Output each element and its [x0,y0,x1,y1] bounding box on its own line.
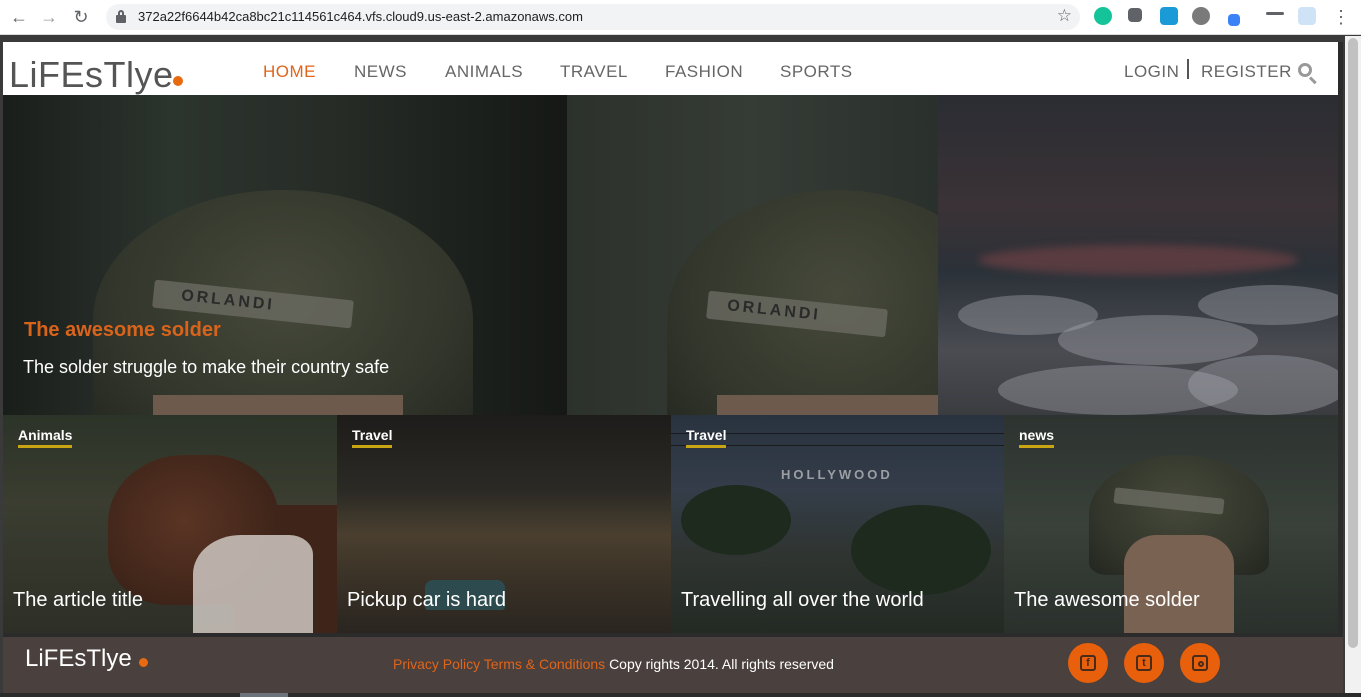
article-card-animals[interactable]: Animals The article title [3,415,337,633]
footer-logo-dot [139,658,148,667]
bookmark-star-icon[interactable]: ☆ [1057,6,1072,26]
footer-logo[interactable]: LiFEsTlye [25,645,132,673]
logo-dot [173,76,183,86]
card-title[interactable]: Travelling all over the world [681,589,924,612]
card-tag[interactable]: Animals [18,427,73,448]
twitter-icon[interactable]: t [1124,643,1164,683]
lock-icon [116,10,126,23]
back-button[interactable]: ← [8,6,30,28]
extension-icon[interactable] [1160,7,1178,25]
url-text[interactable]: 372a22f6644b42ca8bc21c114561c464.vfs.clo… [138,9,583,24]
site-logo[interactable]: LiFEsTlye [9,54,174,96]
reload-button[interactable]: ↻ [70,6,92,28]
profile-extension-icon[interactable] [1298,7,1316,25]
hollywood-sign: HOLLYWOOD [781,467,893,482]
card-title[interactable]: The article title [13,589,143,612]
card-tag[interactable]: news [1019,427,1055,448]
site-header: LiFEsTlye HOME NEWS ANIMALS TRAVEL FASHI… [3,42,1338,95]
hero-title[interactable]: The awesome solder [24,319,221,342]
article-card-travel-car[interactable]: Travel Pickup car is hard [337,415,671,633]
search-icon[interactable] [1298,63,1318,85]
reading-list-icon[interactable] [1266,12,1284,15]
privacy-policy-link[interactable]: Privacy Policy [393,656,480,672]
address-bar[interactable]: 372a22f6644b42ca8bc21c114561c464.vfs.clo… [106,4,1080,30]
card-title[interactable]: Pickup car is hard [347,589,506,612]
card-title[interactable]: The awesome solder [1014,589,1200,612]
bug-extension-icon[interactable] [1192,7,1210,25]
page: LiFEsTlye HOME NEWS ANIMALS TRAVEL FASHI… [3,42,1343,693]
card-tag[interactable]: Travel [686,427,727,448]
nav-home[interactable]: HOME [263,62,316,82]
nav-news[interactable]: NEWS [354,62,407,82]
hero-slider[interactable]: ORLANDI ORLANDI The awesome solder The s… [3,95,1338,415]
browser-toolbar: ← → ↻ 372a22f6644b42ca8bc21c114561c464.v… [0,0,1361,35]
auth-divider [1187,59,1189,79]
copyright-text: Copy rights 2014. All rights reserved [609,656,834,672]
nav-sports[interactable]: SPORTS [780,62,853,82]
nav-travel[interactable]: TRAVEL [560,62,628,82]
terms-link[interactable]: Terms & Conditions [484,656,605,672]
scrollbar-thumb[interactable] [1348,38,1358,648]
login-link[interactable]: LOGIN [1124,62,1179,82]
article-card-travel-hollywood[interactable]: HOLLYWOOD Travel Travelling all over the… [671,415,1005,633]
browser-menu-icon[interactable]: ⋮ [1330,6,1352,28]
facebook-icon[interactable]: f [1068,643,1108,683]
forward-button[interactable]: → [38,6,60,28]
grammarly-extension-icon[interactable] [1094,7,1112,25]
article-card-news[interactable]: news The awesome solder [1004,415,1338,633]
footer-text: Privacy Policy Terms & Conditions Copy r… [393,656,834,672]
hero-subtitle: The solder struggle to make their countr… [23,357,390,377]
hero-image-soldier-2: ORLANDI [567,95,938,415]
taskbar-strip [0,693,1361,697]
nav-animals[interactable]: ANIMALS [445,62,523,82]
register-link[interactable]: REGISTER [1201,62,1292,82]
instagram-icon[interactable] [1180,643,1220,683]
page-scrollbar[interactable] [1345,36,1361,697]
nav-fashion[interactable]: FASHION [665,62,743,82]
card-tag[interactable]: Travel [352,427,393,448]
hero-image-sky [938,95,1338,415]
site-footer: LiFEsTlye Privacy Policy Terms & Conditi… [3,637,1343,693]
picker-extension-icon[interactable] [1228,14,1240,26]
article-cards: Animals The article title Travel Pickup … [3,415,1338,633]
eyedropper-extension-icon[interactable] [1128,8,1142,22]
